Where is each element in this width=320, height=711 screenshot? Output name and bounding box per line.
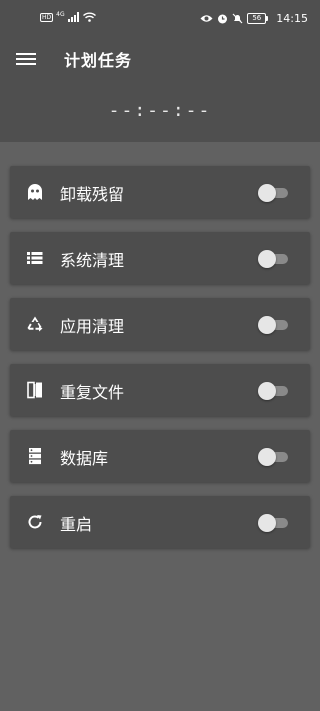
task-app-clean[interactable]: 应用清理: [10, 298, 310, 350]
status-right: 56 14:15: [200, 12, 308, 25]
app-clean-toggle[interactable]: [258, 316, 288, 334]
task-uninstall-residue[interactable]: 卸载残留: [10, 166, 310, 218]
eye-icon: [200, 15, 213, 22]
page-title: 计划任务: [64, 51, 133, 70]
task-label: 数据库: [60, 449, 109, 468]
database-icon: [29, 448, 41, 465]
duplicate-files-toggle[interactable]: [258, 382, 288, 400]
task-list: 卸载残留 系统清理 应用清理 重复文件 数据库 重启: [10, 166, 310, 562]
mute-bell-icon: [232, 13, 243, 24]
list-icon: [27, 252, 43, 264]
refresh-icon: [28, 515, 42, 529]
hd-badge: HD: [40, 12, 54, 22]
network-type: 4G: [56, 10, 65, 18]
uninstall-residue-toggle[interactable]: [258, 184, 288, 202]
signal-icon: [67, 12, 79, 22]
recycle-icon: [27, 316, 43, 332]
wifi-icon: [82, 12, 96, 22]
menu-icon[interactable]: [14, 50, 38, 68]
status-bar: HD 4G 56 14:15: [0, 0, 320, 38]
battery-indicator: 56: [247, 13, 269, 24]
task-system-clean[interactable]: 系统清理: [10, 232, 310, 284]
app-bar: 计划任务 --:--:--: [0, 38, 320, 142]
database-toggle[interactable]: [258, 448, 288, 466]
reboot-toggle[interactable]: [258, 514, 288, 532]
task-label: 重复文件: [60, 383, 125, 402]
alarm-icon: [218, 14, 228, 24]
task-label: 重启: [60, 515, 93, 534]
schedule-time[interactable]: --:--:--: [0, 100, 320, 121]
task-database[interactable]: 数据库: [10, 430, 310, 482]
status-time: 14:15: [276, 12, 308, 25]
ghost-icon: [28, 184, 42, 200]
task-reboot[interactable]: 重启: [10, 496, 310, 548]
duplicate-file-icon: [27, 381, 42, 399]
task-label: 系统清理: [60, 251, 125, 270]
task-label: 卸载残留: [60, 185, 125, 204]
system-clean-toggle[interactable]: [258, 250, 288, 268]
status-left: HD 4G: [40, 10, 96, 22]
task-label: 应用清理: [60, 317, 125, 336]
task-duplicate-files[interactable]: 重复文件: [10, 364, 310, 416]
